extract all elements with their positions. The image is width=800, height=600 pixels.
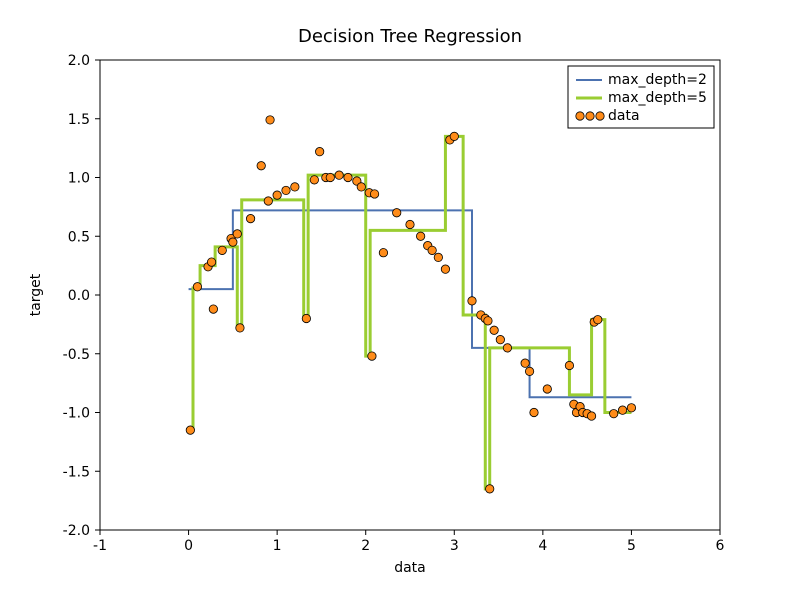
data-point	[450, 132, 458, 140]
legend-swatch-point	[586, 112, 594, 120]
y-tick-label: 0.0	[68, 288, 90, 304]
data-point	[486, 485, 494, 493]
x-tick-label: 2	[361, 538, 370, 554]
x-axis-label: data	[394, 560, 426, 576]
y-tick-label: -0.5	[63, 347, 90, 363]
data-point	[416, 232, 424, 240]
data-point	[610, 409, 618, 417]
data-point	[496, 335, 504, 343]
series-max_depth=2	[189, 210, 632, 397]
data-point	[236, 324, 244, 332]
y-tick-label: 0.5	[68, 229, 90, 245]
data-point	[406, 220, 414, 228]
legend-swatch-point	[596, 112, 604, 120]
data-point	[594, 315, 602, 323]
data-point	[525, 367, 533, 375]
data-point	[627, 404, 635, 412]
data-point	[393, 209, 401, 217]
data-point	[273, 191, 281, 199]
series-max_depth=5	[189, 136, 632, 489]
data-point	[282, 186, 290, 194]
data-point	[246, 214, 254, 222]
data-point	[193, 283, 201, 291]
data-point	[618, 406, 626, 414]
x-tick-label: 6	[716, 538, 725, 554]
chart-svg: -1 0 1 2 3 4 5 6 -2.0 -1.5 -1.0 -0.5 0.0 0.5 1.0 1.5 2.0…	[0, 0, 800, 600]
data-point	[565, 361, 573, 369]
data-point	[186, 426, 194, 434]
data-point	[233, 230, 241, 238]
chart-container: -1 0 1 2 3 4 5 6 -2.0 -1.5 -1.0 -0.5 0.0 0.5 1.0 1.5 2.0…	[0, 0, 800, 600]
legend-item-label: max_depth=5	[608, 90, 707, 106]
data-point	[357, 183, 365, 191]
x-tick-label: 4	[538, 538, 547, 554]
data-point	[543, 385, 551, 393]
x-tick-label: 1	[273, 538, 282, 554]
data-point	[266, 116, 274, 124]
data-point	[229, 238, 237, 246]
data-point	[291, 183, 299, 191]
y-tick-label: 2.0	[68, 53, 90, 69]
data-point	[302, 314, 310, 322]
data-point	[368, 352, 376, 360]
data-point	[468, 297, 476, 305]
y-tick-label: 1.0	[68, 171, 90, 187]
data-point	[490, 326, 498, 334]
data-point	[344, 173, 352, 181]
x-tick-label: 3	[450, 538, 459, 554]
x-tick-label: 5	[627, 538, 636, 554]
data-point	[587, 412, 595, 420]
data-point	[484, 317, 492, 325]
data-point	[209, 305, 217, 313]
data-point	[257, 162, 265, 170]
data-point	[530, 408, 538, 416]
data-point	[218, 246, 226, 254]
x-tick-label: 0	[184, 538, 193, 554]
data-point	[503, 344, 511, 352]
y-tick-label: 1.5	[68, 112, 90, 128]
y-tick-label: -1.5	[63, 464, 90, 480]
data-point	[310, 176, 318, 184]
legend-swatch-point	[576, 112, 584, 120]
x-tick-label: -1	[93, 538, 107, 554]
y-tick-label: -2.0	[63, 523, 90, 539]
data-point	[434, 253, 442, 261]
data-point	[428, 246, 436, 254]
data-point	[315, 147, 323, 155]
data-point	[379, 249, 387, 257]
data-point	[326, 173, 334, 181]
legend-item-label: max_depth=2	[608, 72, 707, 88]
data-point	[441, 265, 449, 273]
chart-title: Decision Tree Regression	[298, 26, 522, 47]
data-point	[207, 258, 215, 266]
data-point	[264, 197, 272, 205]
y-axis-label: target	[28, 273, 44, 316]
data-point	[370, 190, 378, 198]
data-point	[335, 171, 343, 179]
data-point	[521, 359, 529, 367]
legend-item-label: data	[608, 108, 640, 124]
y-tick-label: -1.0	[63, 406, 90, 422]
